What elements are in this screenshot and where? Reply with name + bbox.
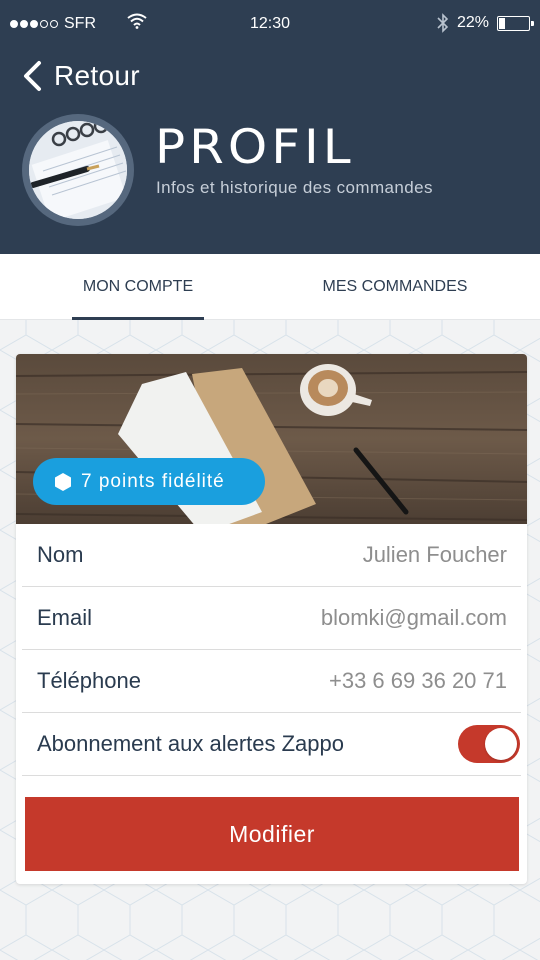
- field-row-alerts: Abonnement aux alertes Zappo: [22, 713, 521, 776]
- field-row-telephone: Téléphone +33 6 69 36 20 71: [22, 650, 521, 713]
- status-bar: SFR 12:30 22%: [0, 0, 540, 48]
- field-row-email: Email blomki@gmail.com: [22, 587, 521, 650]
- loyalty-points-label: 7 points fidélité: [81, 470, 225, 492]
- bluetooth-icon: [437, 13, 449, 33]
- page-title: PROFIL: [155, 119, 355, 175]
- tab-mes-commandes[interactable]: MES COMMANDES: [300, 254, 490, 320]
- field-value: blomki@gmail.com: [320, 605, 507, 630]
- account-fields: Nom Julien Foucher Email blomki@gmail.co…: [22, 524, 521, 776]
- back-label: Retour: [54, 60, 140, 91]
- tab-bar: MON COMPTE MES COMMANDES: [0, 254, 540, 320]
- profile-header: SFR 12:30 22% Retour PROFIL Infos et his…: [0, 0, 540, 254]
- status-right: 22%: [437, 13, 534, 33]
- toggle-knob: [485, 728, 517, 760]
- hexagon-icon: [55, 472, 71, 491]
- alerts-toggle[interactable]: [458, 725, 520, 763]
- back-button[interactable]: Retour: [22, 60, 140, 92]
- field-value: +33 6 69 36 20 71: [329, 668, 507, 693]
- avatar-image: [29, 121, 127, 219]
- field-label: Téléphone: [37, 668, 141, 693]
- active-tab-indicator: [72, 317, 204, 320]
- page-subtitle: Infos et historique des commandes: [156, 178, 433, 197]
- field-label: Nom: [37, 542, 84, 567]
- field-value: Julien Foucher: [362, 542, 507, 567]
- loyalty-points-badge[interactable]: 7 points fidélité: [33, 458, 265, 505]
- avatar: [22, 114, 134, 226]
- alerts-toggle-label: Abonnement aux alertes Zappo: [37, 731, 344, 756]
- tab-mon-compte[interactable]: MON COMPTE: [70, 254, 206, 320]
- modify-button[interactable]: Modifier: [25, 797, 519, 871]
- battery-percent: 22%: [456, 14, 489, 31]
- battery-icon: [497, 15, 534, 31]
- field-row-nom: Nom Julien Foucher: [22, 524, 521, 587]
- field-label: Email: [37, 605, 93, 630]
- chevron-left-icon: [24, 61, 41, 91]
- account-card: 7 points fidélité Nom Julien Foucher Ema…: [16, 354, 527, 884]
